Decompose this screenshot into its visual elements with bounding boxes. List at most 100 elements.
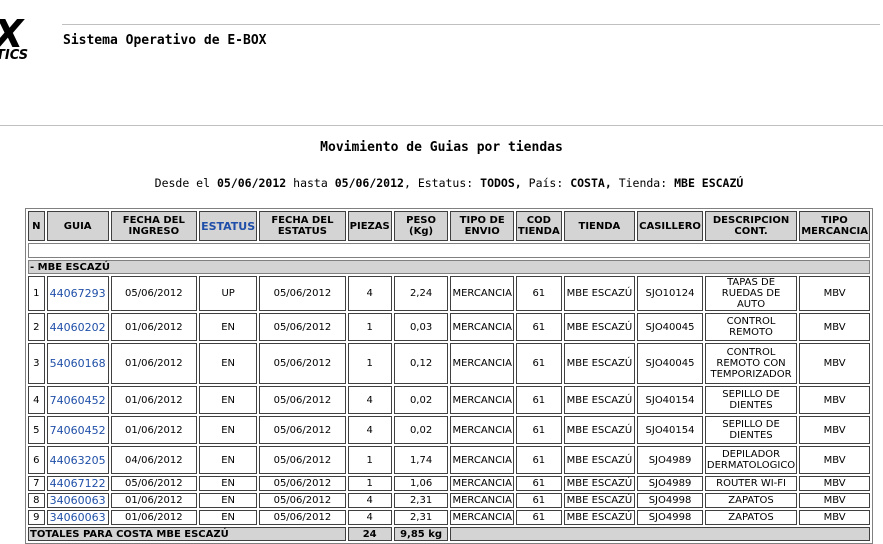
guia-link[interactable]: 44067122 bbox=[46, 476, 109, 491]
cell-peso: 0,02 bbox=[393, 416, 449, 444]
cell-estatus: EN bbox=[199, 386, 258, 414]
cell-descripcion: DEPILADOR DERMATOLOGICO bbox=[704, 446, 798, 474]
cell-n: 4 bbox=[28, 386, 45, 414]
pais-label: País: bbox=[528, 176, 564, 190]
cell-n: 7 bbox=[28, 476, 45, 491]
cell-cod-tienda: 61 bbox=[515, 510, 562, 525]
empty-row bbox=[28, 243, 870, 258]
tienda-value: MBE ESCAZÚ bbox=[674, 176, 744, 190]
empty-cell bbox=[28, 243, 870, 258]
totals-filler bbox=[450, 527, 870, 541]
cell-tienda: MBE ESCAZÚ bbox=[563, 386, 636, 414]
cell-piezas: 4 bbox=[347, 493, 392, 508]
table-row: 2 44060202 01/06/2012 EN 05/06/2012 1 0,03 MERC… bbox=[28, 313, 870, 341]
cell-casillero: SJO4989 bbox=[637, 476, 703, 491]
cell-n: 3 bbox=[28, 343, 45, 384]
cell-tipo-envio: MERCANCIA bbox=[450, 446, 514, 474]
cell-peso: 1,74 bbox=[393, 446, 449, 474]
cell-piezas: 1 bbox=[347, 313, 392, 341]
cell-descripcion: SEPILLO DE DIENTES bbox=[704, 416, 798, 444]
col-header-piezas: PIEZAS bbox=[347, 211, 392, 241]
report-filters: Desde el 05/06/2012 hasta 05/06/2012, Es… bbox=[0, 176, 883, 190]
guia-link[interactable]: 74060452 bbox=[46, 386, 109, 414]
cell-descripcion: ROUTER WI-FI bbox=[704, 476, 798, 491]
cell-tipo-mercancia: MBV bbox=[799, 446, 870, 474]
cell-cod-tienda: 61 bbox=[515, 476, 562, 491]
system-title: Sistema Operativo de E-BOX bbox=[63, 33, 267, 48]
cell-cod-tienda: 61 bbox=[515, 343, 562, 384]
cell-fecha-estatus: 05/06/2012 bbox=[259, 276, 346, 311]
cell-estatus: EN bbox=[199, 510, 258, 525]
cell-tipo-mercancia: MBV bbox=[799, 493, 870, 508]
cell-cod-tienda: 61 bbox=[515, 446, 562, 474]
cell-tienda: MBE ESCAZÚ bbox=[563, 343, 636, 384]
col-header-peso: PESO (Kg) bbox=[393, 211, 449, 241]
cell-tipo-mercancia: MBV bbox=[799, 510, 870, 525]
col-header-estatus-sort-link[interactable]: ESTATUS bbox=[199, 211, 258, 241]
guia-link[interactable]: 34060063 bbox=[46, 493, 109, 508]
cell-piezas: 1 bbox=[347, 476, 392, 491]
cell-piezas: 4 bbox=[347, 416, 392, 444]
table-row: 9 34060063 01/06/2012 EN 05/06/2012 4 2,31 MERC… bbox=[28, 510, 870, 525]
cell-n: 5 bbox=[28, 416, 45, 444]
cell-fecha-ingreso: 01/06/2012 bbox=[110, 386, 198, 414]
cell-tienda: MBE ESCAZÚ bbox=[563, 446, 636, 474]
table-row: 8 34060063 01/06/2012 EN 05/06/2012 4 2,31 MERC… bbox=[28, 493, 870, 508]
col-header-fecha-estatus: FECHA DEL ESTATUS bbox=[259, 211, 346, 241]
desde-value: 05/06/2012 bbox=[216, 176, 287, 190]
group-label: - MBE ESCAZÚ bbox=[28, 260, 870, 274]
cell-piezas: 1 bbox=[347, 343, 392, 384]
table-row: 3 54060168 01/06/2012 EN 05/06/2012 1 0,12 MERC… bbox=[28, 343, 870, 384]
cell-casillero: SJO40045 bbox=[637, 313, 703, 341]
cell-estatus: EN bbox=[199, 446, 258, 474]
cell-n: 1 bbox=[28, 276, 45, 311]
hasta-value: 05/06/2012 bbox=[334, 176, 404, 190]
estatus-label: , Estatus: bbox=[403, 176, 474, 190]
cell-cod-tienda: 61 bbox=[515, 493, 562, 508]
guia-link[interactable]: 44063205 bbox=[46, 446, 109, 474]
cell-fecha-estatus: 05/06/2012 bbox=[259, 313, 346, 341]
cell-tienda: MBE ESCAZÚ bbox=[563, 493, 636, 508]
cell-peso: 1,06 bbox=[393, 476, 449, 491]
col-header-n: N bbox=[28, 211, 45, 241]
cell-tienda: MBE ESCAZÚ bbox=[563, 510, 636, 525]
cell-tipo-mercancia: MBV bbox=[799, 386, 870, 414]
guia-link[interactable]: 44067293 bbox=[46, 276, 109, 311]
cell-tipo-mercancia: MBV bbox=[799, 416, 870, 444]
cell-tipo-envio: MERCANCIA bbox=[450, 476, 514, 491]
cell-tipo-mercancia: MBV bbox=[799, 343, 870, 384]
guia-link[interactable]: 34060063 bbox=[46, 510, 109, 525]
table-row: 4 74060452 01/06/2012 EN 05/06/2012 4 0,02 MERC… bbox=[28, 386, 870, 414]
cell-casillero: SJO10124 bbox=[637, 276, 703, 311]
cell-tipo-envio: MERCANCIA bbox=[450, 313, 514, 341]
cell-cod-tienda: 61 bbox=[515, 416, 562, 444]
cell-peso: 0,12 bbox=[393, 343, 449, 384]
cell-tipo-envio: MERCANCIA bbox=[450, 276, 514, 311]
cell-fecha-ingreso: 01/06/2012 bbox=[110, 493, 198, 508]
col-header-tienda: TIENDA bbox=[563, 211, 636, 241]
col-header-tipo-envio: TIPO DE ENVIO bbox=[450, 211, 514, 241]
cell-tipo-mercancia: MBV bbox=[799, 276, 870, 311]
cell-tienda: MBE ESCAZÚ bbox=[563, 476, 636, 491]
cell-tipo-envio: MERCANCIA bbox=[450, 343, 514, 384]
guia-link[interactable]: 54060168 bbox=[46, 343, 109, 384]
cell-tipo-mercancia: MBV bbox=[799, 313, 870, 341]
guia-link[interactable]: 44060202 bbox=[46, 313, 109, 341]
guia-link[interactable]: 74060452 bbox=[46, 416, 109, 444]
cell-piezas: 4 bbox=[347, 510, 392, 525]
cell-piezas: 4 bbox=[347, 386, 392, 414]
col-header-fecha-ingreso: FECHA DEL INGRESO bbox=[110, 211, 198, 241]
cell-tienda: MBE ESCAZÚ bbox=[563, 416, 636, 444]
cell-tienda: MBE ESCAZÚ bbox=[563, 313, 636, 341]
totals-label: TOTALES PARA COSTA MBE ESCAZÚ bbox=[28, 527, 346, 541]
desde-label: Desde el bbox=[154, 176, 211, 190]
cell-tipo-envio: MERCANCIA bbox=[450, 493, 514, 508]
col-header-casillero: CASILLERO bbox=[637, 211, 703, 241]
cell-descripcion: ZAPATOS bbox=[704, 510, 798, 525]
cell-fecha-estatus: 05/06/2012 bbox=[259, 386, 346, 414]
cell-peso: 0,03 bbox=[393, 313, 449, 341]
cell-fecha-ingreso: 05/06/2012 bbox=[110, 276, 198, 311]
cell-n: 9 bbox=[28, 510, 45, 525]
cell-fecha-ingreso: 01/06/2012 bbox=[110, 510, 198, 525]
cell-descripcion: TAPAS DE RUEDAS DE AUTO bbox=[704, 276, 798, 311]
